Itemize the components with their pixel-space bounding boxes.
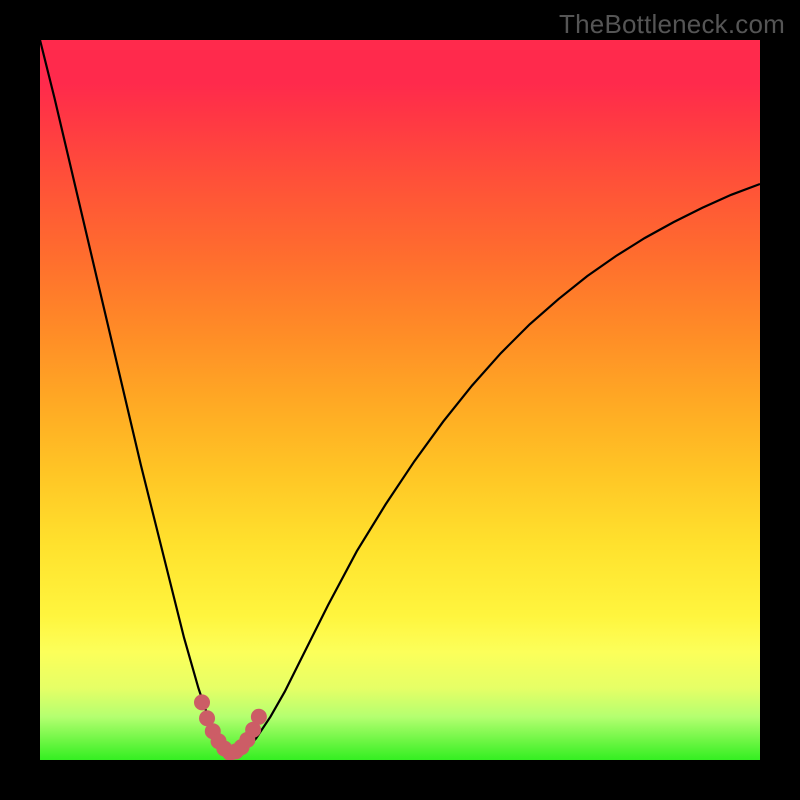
curve-marker	[194, 694, 210, 710]
curve-marker	[251, 709, 267, 725]
chart-frame: TheBottleneck.com	[0, 0, 800, 800]
watermark-text: TheBottleneck.com	[559, 9, 785, 40]
bottleneck-curve-svg	[40, 40, 760, 760]
plot-area	[40, 40, 760, 760]
bottleneck-curve	[40, 40, 760, 753]
curve-minimum-markers	[194, 694, 267, 760]
